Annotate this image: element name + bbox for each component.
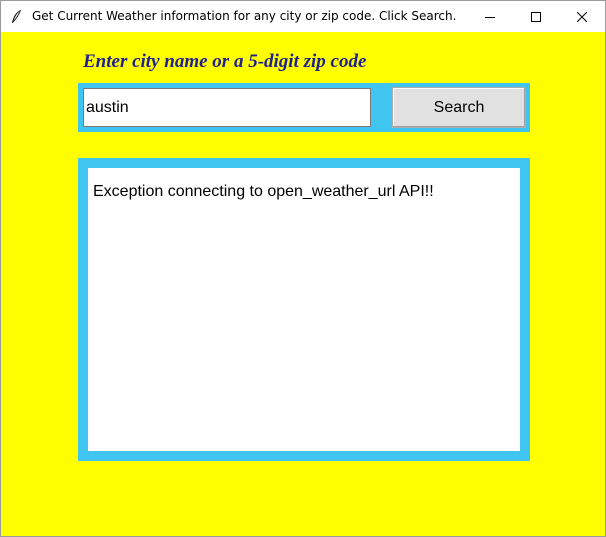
- prompt-label: Enter city name or a 5-digit zip code: [83, 51, 367, 72]
- close-icon: [577, 11, 587, 22]
- search-button[interactable]: Search: [392, 87, 526, 128]
- minimize-button[interactable]: [467, 1, 513, 32]
- feather-icon: [10, 9, 22, 25]
- app-window: Get Current Weather information for any …: [0, 0, 606, 537]
- output-panel: Exception connecting to open_weather_url…: [88, 168, 520, 451]
- window-title: Get Current Weather information for any …: [32, 9, 457, 23]
- output-message: Exception connecting to open_weather_url…: [93, 183, 434, 200]
- maximize-icon: [531, 11, 541, 22]
- output-frame: Exception connecting to open_weather_url…: [78, 158, 530, 461]
- title-bar[interactable]: Get Current Weather information for any …: [1, 1, 605, 32]
- close-button[interactable]: [559, 1, 605, 32]
- maximize-button[interactable]: [513, 1, 559, 32]
- city-input[interactable]: [83, 88, 371, 127]
- minimize-icon: [485, 16, 495, 18]
- search-frame: Search: [78, 83, 530, 132]
